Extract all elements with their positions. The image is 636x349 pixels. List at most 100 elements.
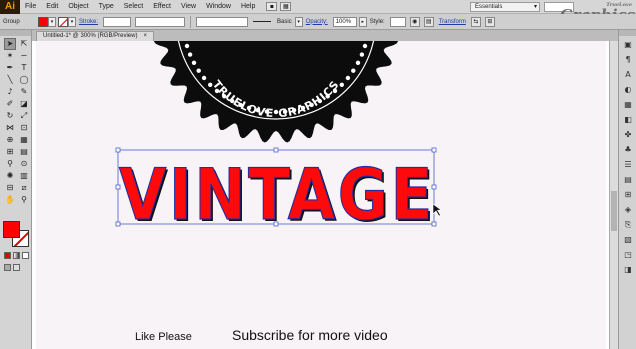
menu-effect[interactable]: Effect: [148, 3, 176, 10]
align-icon[interactable]: ▤: [423, 16, 434, 27]
opacity-field[interactable]: 100%: [332, 16, 357, 27]
ellipse-tool-icon[interactable]: ◯: [18, 74, 30, 86]
selection-handle[interactable]: [115, 147, 121, 153]
eyedropper-tool-icon[interactable]: ⚲: [4, 158, 16, 170]
artboard-tool-icon[interactable]: ⊟: [4, 182, 16, 194]
document-tab-strip: Untitled-1* @ 300% (RGB/Preview) ×: [32, 30, 618, 41]
chevron-down-icon: ▾: [533, 4, 537, 10]
variable-width-select[interactable]: [196, 16, 249, 27]
selection-handle[interactable]: [115, 221, 121, 227]
vertical-scrollbar[interactable]: [609, 41, 618, 349]
none-mode-icon[interactable]: [22, 252, 29, 259]
close-icon[interactable]: ×: [143, 32, 147, 41]
slice-tool-icon[interactable]: ⧄: [18, 182, 30, 194]
dock-panel-icon[interactable]: ⊞: [621, 189, 635, 201]
width-tool-icon[interactable]: ⋈: [4, 122, 16, 134]
pencil-tool-icon[interactable]: ✎: [18, 86, 30, 98]
stroke-weight-field[interactable]: [103, 16, 132, 27]
graphic-style-swatch[interactable]: [389, 16, 406, 27]
stroke-swatch[interactable]: [58, 16, 68, 27]
dock-panel-icon[interactable]: ▦: [621, 99, 635, 111]
blend-tool-icon[interactable]: ⊙: [18, 158, 30, 170]
draw-behind-icon[interactable]: [13, 264, 20, 271]
selection-handle[interactable]: [431, 147, 437, 153]
flip-icon[interactable]: ⇆: [470, 16, 481, 27]
paintbrush-tool-icon[interactable]: ♪: [4, 86, 16, 98]
mesh-tool-icon[interactable]: ⊞: [4, 146, 16, 158]
selection-handle[interactable]: [273, 221, 279, 227]
perspective-grid-tool-icon[interactable]: ▦: [18, 134, 30, 146]
dock-header[interactable]: [619, 30, 636, 36]
brush-dropdown[interactable]: ▾: [294, 16, 303, 27]
brush-definition[interactable]: Basic: [274, 19, 295, 25]
type-tool-icon[interactable]: T: [18, 62, 30, 74]
symbol-sprayer-tool-icon[interactable]: ✺: [4, 170, 16, 182]
dock-panel-icon[interactable]: ◧: [621, 114, 635, 126]
scale-tool-icon[interactable]: ⤢: [18, 110, 30, 122]
document-tab[interactable]: Untitled-1* @ 300% (RGB/Preview) ×: [36, 31, 154, 41]
hand-tool-icon[interactable]: ✋: [4, 194, 16, 206]
menu-view[interactable]: View: [176, 3, 201, 10]
direct-selection-tool-icon[interactable]: ⇱: [18, 38, 30, 50]
bridge-icon[interactable]: ▪: [266, 2, 278, 11]
isolate-group-icon[interactable]: ⊞: [484, 16, 495, 27]
rotate-tool-icon[interactable]: ↻: [4, 110, 16, 122]
fill-swatch[interactable]: [38, 16, 48, 27]
artwork-svg: TRUELOVE GRAPHICS VINTAGE VINTAGE: [115, 41, 443, 238]
menu-file[interactable]: File: [20, 3, 41, 10]
lasso-tool-icon[interactable]: ∽: [18, 50, 30, 62]
column-graph-tool-icon[interactable]: ▥: [18, 170, 30, 182]
menu-window[interactable]: Window: [201, 3, 236, 10]
menu-edit[interactable]: Edit: [41, 3, 63, 10]
dock-panel-icon[interactable]: ◐: [621, 84, 635, 96]
selection-handle[interactable]: [115, 184, 121, 190]
dock-panel-icon[interactable]: ¶: [621, 54, 635, 66]
menu-select[interactable]: Select: [119, 3, 148, 10]
fill-color-box[interactable]: [3, 221, 20, 238]
selection-handle[interactable]: [431, 184, 437, 190]
opacity-dropdown[interactable]: ▸: [358, 16, 367, 27]
opacity-link[interactable]: Opacity:: [303, 19, 331, 25]
dock-panel-icon[interactable]: ☰: [621, 159, 635, 171]
vertical-scroll-thumb[interactable]: [611, 191, 617, 231]
eraser-tool-icon[interactable]: ◪: [18, 98, 30, 110]
canvas[interactable]: TRUELOVE GRAPHICS VINTAGE VINTAGE: [32, 41, 618, 349]
transform-link[interactable]: Transform: [436, 19, 469, 25]
workspace-switcher[interactable]: Essentials ▾: [470, 2, 540, 12]
headline-group[interactable]: VINTAGE VINTAGE: [115, 147, 437, 238]
magic-wand-tool-icon[interactable]: ✶: [4, 50, 16, 62]
menu-help[interactable]: Help: [236, 3, 260, 10]
gradient-mode-icon[interactable]: [13, 252, 20, 259]
gradient-tool-icon[interactable]: ▤: [18, 146, 30, 158]
dock-panel-icon[interactable]: ✤: [621, 129, 635, 141]
blob-brush-tool-icon[interactable]: ✐: [4, 98, 16, 110]
recolor-artwork-icon[interactable]: ◉: [409, 16, 420, 27]
menu-type[interactable]: Type: [94, 3, 119, 10]
dock-panel-icon[interactable]: A: [621, 69, 635, 81]
stroke-dropdown[interactable]: ▾: [68, 16, 76, 27]
stroke-link[interactable]: Stroke:: [76, 19, 101, 25]
dock-panel-icon[interactable]: ♣: [621, 144, 635, 156]
badge-dot: [351, 68, 356, 73]
menu-object[interactable]: Object: [63, 3, 93, 10]
shape-builder-tool-icon[interactable]: ⊕: [4, 134, 16, 146]
dock-panel-icon[interactable]: ◨: [621, 264, 635, 276]
pen-tool-icon[interactable]: ✒: [4, 62, 16, 74]
fill-dropdown[interactable]: ▾: [48, 16, 56, 27]
color-mode-icon[interactable]: [4, 252, 11, 259]
dock-panel-icon[interactable]: ▤: [621, 174, 635, 186]
draw-normal-icon[interactable]: [4, 264, 11, 271]
line-tool-icon[interactable]: ╲: [4, 74, 16, 86]
zoom-tool-icon[interactable]: ⚲: [18, 194, 30, 206]
selection-handle[interactable]: [273, 147, 279, 153]
variable-width-profile[interactable]: [135, 16, 186, 27]
dock-panel-icon[interactable]: ▧: [621, 234, 635, 246]
free-transform-tool-icon[interactable]: ⊡: [18, 122, 30, 134]
selection-tool-icon[interactable]: ➤: [4, 38, 16, 50]
dock-panel-icon[interactable]: ◈: [621, 204, 635, 216]
dock-panel-icon[interactable]: ⎘: [621, 219, 635, 231]
dock-panel-icon[interactable]: ◳: [621, 249, 635, 261]
selection-handle[interactable]: [431, 221, 437, 227]
dock-panel-icon[interactable]: ▣: [621, 39, 635, 51]
arrange-documents-icon[interactable]: ▦: [280, 2, 292, 11]
